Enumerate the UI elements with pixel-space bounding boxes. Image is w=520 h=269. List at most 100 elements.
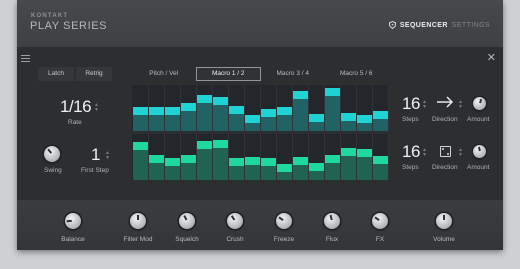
step-fill: [212, 147, 228, 180]
first-step-stepper-icon[interactable]: ▲ ▼: [105, 151, 110, 161]
step-value-bar[interactable]: [260, 157, 276, 166]
step-fill: [148, 162, 164, 180]
tab-macro-1-2[interactable]: Macro 1 / 2: [195, 67, 261, 81]
step-value-bar[interactable]: [356, 114, 372, 123]
step-fill: [356, 156, 372, 180]
step-value-bar[interactable]: [308, 162, 324, 171]
footer-knob-volume[interactable]: [436, 213, 452, 229]
sequencer-panel: ✕ Latch Retrig 1/16 ▲ ▼ Rate Swing 1 ▲ ▼ F…: [17, 47, 503, 200]
step-value-bar[interactable]: [212, 139, 228, 148]
step-value-bar[interactable]: [276, 163, 292, 172]
rate-stepper-icon[interactable]: ▲ ▼: [94, 103, 99, 113]
step-value-bar[interactable]: [340, 147, 356, 156]
menu-icon[interactable]: [21, 55, 30, 64]
footer-knob-balance[interactable]: [65, 213, 81, 229]
step-value-bar[interactable]: [180, 103, 196, 112]
latch-button[interactable]: Latch: [38, 67, 74, 81]
plugin-window: KONTAKT PLAY SERIES SEQUENCER SETTINGS ✕…: [17, 0, 503, 250]
lane1-steps-value[interactable]: 16: [402, 94, 420, 114]
step-value-bar[interactable]: [228, 157, 244, 166]
step-value-bar[interactable]: [372, 110, 388, 119]
step-fill: [356, 122, 372, 131]
step-value-bar[interactable]: [372, 156, 388, 165]
random-dice-icon[interactable]: [440, 146, 451, 157]
step-value-bar[interactable]: [356, 148, 372, 157]
step-value-bar[interactable]: [244, 114, 260, 123]
step-value-bar[interactable]: [148, 107, 164, 116]
step-fill: [340, 120, 356, 131]
step-value-bar[interactable]: [260, 108, 276, 117]
step-fill: [276, 171, 292, 180]
step-fill: [180, 162, 196, 180]
lane2-amount-knob[interactable]: [473, 145, 486, 158]
lane2-steps-value[interactable]: 16: [402, 142, 420, 162]
step-fill: [212, 104, 228, 131]
tab-macro-3-4[interactable]: Macro 3 / 4: [261, 67, 325, 81]
lane2-steps-stepper-icon[interactable]: ▲ ▼: [422, 148, 427, 158]
step-value-bar[interactable]: [308, 113, 324, 122]
footer-knob-label: FX: [375, 236, 385, 243]
footer-knob-freeze[interactable]: [276, 213, 292, 229]
step-fill: [260, 116, 276, 131]
step-value-bar[interactable]: [292, 157, 308, 165]
footer-knob-flux[interactable]: [324, 213, 340, 229]
step-lane-1[interactable]: [132, 85, 389, 131]
step-fill: [340, 155, 356, 180]
step-value-bar[interactable]: [196, 95, 212, 104]
step-value-bar[interactable]: [164, 106, 180, 115]
footer-knob-squelch[interactable]: [179, 213, 195, 229]
nav-settings[interactable]: SETTINGS: [452, 22, 490, 29]
step-value-bar[interactable]: [292, 90, 308, 99]
step-value-bar[interactable]: [276, 107, 292, 116]
lane1-direction-label: Direction: [432, 116, 458, 123]
rate-value[interactable]: 1/16: [60, 97, 92, 117]
step-fill: [244, 122, 260, 131]
close-icon[interactable]: ✕: [487, 51, 496, 64]
first-step-value[interactable]: 1: [91, 145, 100, 165]
footer-knob-label: Balance: [61, 236, 85, 243]
step-value-bar[interactable]: [164, 157, 180, 166]
lane1-steps-stepper-icon[interactable]: ▲ ▼: [422, 100, 427, 110]
step-fill: [372, 118, 388, 131]
lane1-amount-label: Amount: [467, 116, 490, 123]
step-fill: [228, 165, 244, 180]
step-fill: [292, 165, 308, 180]
step-value-bar[interactable]: [228, 105, 244, 114]
step-value-bar[interactable]: [132, 142, 148, 151]
step-value-bar[interactable]: [324, 154, 340, 163]
retrig-button[interactable]: Retrig: [76, 67, 112, 81]
step-value-bar[interactable]: [244, 157, 260, 165]
step-value-bar[interactable]: [324, 88, 340, 97]
lane2-amount-label: Amount: [467, 164, 490, 171]
lane1-amount-knob[interactable]: [473, 97, 486, 110]
swing-knob[interactable]: [44, 146, 60, 162]
rate-label: Rate: [68, 119, 82, 126]
step-lane-2[interactable]: [132, 134, 389, 180]
step-fill: [196, 148, 212, 180]
step-value-bar[interactable]: [148, 154, 164, 163]
sequencer-icon: [388, 21, 396, 29]
step-value-bar[interactable]: [180, 154, 196, 163]
step-fill: [244, 165, 260, 180]
first-step-label: First Step: [81, 167, 109, 174]
lane2-steps-label: Steps: [402, 164, 419, 171]
lane1-direction-stepper-icon[interactable]: ▲ ▼: [458, 100, 463, 110]
macro-footer: Balance Filter Mod Squelch Crush Freeze Flux F…: [17, 200, 503, 250]
tab-macro-5-6[interactable]: Macro 5 / 6: [325, 67, 389, 81]
tab-pitch-vel[interactable]: Pitch / Vel: [132, 67, 196, 81]
nav-sequencer[interactable]: SEQUENCER: [400, 22, 448, 29]
step-fill: [276, 115, 292, 131]
lane2-direction-stepper-icon[interactable]: ▲ ▼: [458, 148, 463, 158]
footer-knob-filter-mod[interactable]: [130, 213, 146, 229]
step-value-bar[interactable]: [212, 96, 228, 105]
step-value-bar[interactable]: [196, 140, 212, 149]
arrow-right-icon[interactable]: [436, 96, 454, 108]
macro-tabs: Pitch / Vel Macro 1 / 2 Macro 3 / 4 Macr…: [132, 67, 388, 81]
lane1-steps-label: Steps: [402, 116, 419, 123]
header: KONTAKT PLAY SERIES SEQUENCER SETTINGS: [17, 0, 503, 47]
step-fill: [132, 150, 148, 180]
footer-knob-fx[interactable]: [372, 213, 388, 229]
step-value-bar[interactable]: [132, 107, 148, 116]
step-value-bar[interactable]: [340, 112, 356, 121]
footer-knob-crush[interactable]: [227, 213, 243, 229]
